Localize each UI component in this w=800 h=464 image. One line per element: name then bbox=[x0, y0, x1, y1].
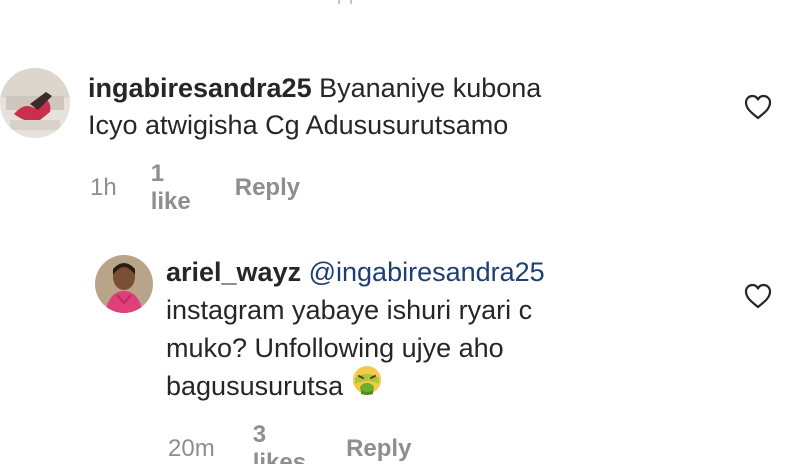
comment-text-line-2: muko? Unfollowing ujye aho bbox=[166, 333, 504, 363]
comment-likes-count[interactable]: 3 likes bbox=[253, 421, 306, 464]
comment-body: ariel_wayz @ingabiresandra25 instagram y… bbox=[166, 253, 726, 406]
comment-username[interactable]: ingabiresandra25 bbox=[88, 73, 312, 103]
comment-timestamp: 20m bbox=[168, 435, 215, 462]
heart-outline-icon[interactable] bbox=[744, 283, 772, 314]
comment-text-line-3: bagususurutsa bbox=[166, 371, 344, 401]
comment-text-line-1: instagram yabaye ishuri ryari c bbox=[166, 295, 533, 325]
nauseated-face-icon bbox=[351, 364, 383, 406]
reply-button[interactable]: Reply bbox=[346, 435, 411, 463]
comment-meta: 20m 3 likes Reply bbox=[168, 421, 411, 464]
avatar-photo-icon bbox=[0, 68, 70, 138]
cropped-top-element bbox=[338, 0, 352, 4]
comment-timestamp: 1h bbox=[90, 174, 117, 201]
avatar[interactable] bbox=[95, 255, 153, 313]
comment-meta: 1h 1 like Reply bbox=[90, 160, 300, 216]
comment-likes-count[interactable]: 1 like bbox=[151, 160, 191, 216]
reply-button[interactable]: Reply bbox=[235, 174, 300, 202]
comment-username[interactable]: ariel_wayz bbox=[166, 257, 301, 287]
comments-panel: ingabiresandra25 Byananiye kubona Icyo a… bbox=[0, 0, 800, 464]
comment-mention-link[interactable]: @ingabiresandra25 bbox=[309, 257, 545, 287]
heart-outline-icon[interactable] bbox=[744, 94, 772, 125]
comment-text-line-2: Icyo atwigisha Cg Adususurutsamo bbox=[88, 110, 509, 140]
avatar[interactable] bbox=[0, 68, 70, 138]
comment-text-line-1: Byananiye kubona bbox=[319, 73, 542, 103]
comment-body: ingabiresandra25 Byananiye kubona Icyo a… bbox=[88, 70, 728, 144]
avatar-photo-icon bbox=[95, 255, 153, 313]
